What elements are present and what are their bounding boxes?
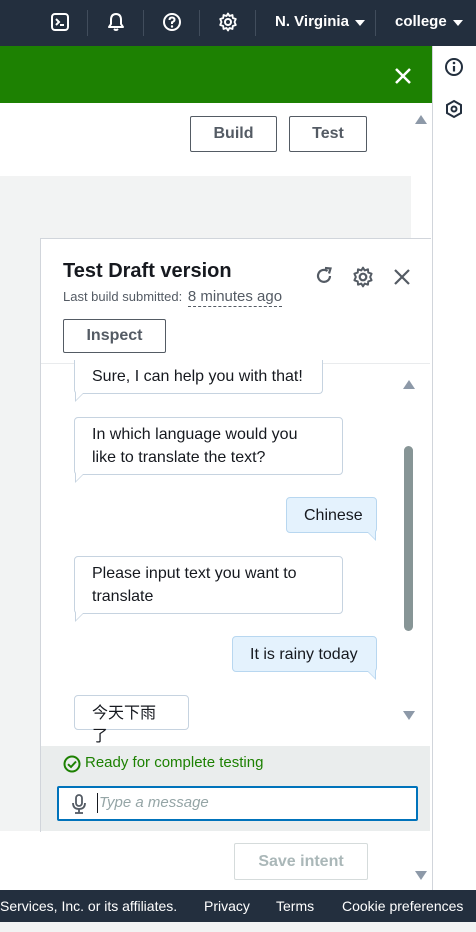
save-intent-button[interactable]: Save intent — [234, 843, 368, 880]
cloudshell-icon[interactable] — [49, 11, 71, 33]
scroll-up-icon[interactable] — [415, 115, 427, 124]
check-circle-icon — [63, 755, 81, 773]
chevron-down-icon — [452, 19, 463, 26]
chat-message-user: Chinese — [286, 497, 377, 533]
last-build-info: Last build submitted: 8 minutes ago — [63, 288, 283, 307]
text-cursor — [97, 793, 98, 813]
region-label: N. Virginia — [275, 13, 349, 30]
last-build-time: 8 minutes ago — [187, 288, 283, 307]
bubble-tail — [75, 392, 84, 402]
inspect-button[interactable]: Inspect — [63, 319, 166, 353]
info-icon[interactable] — [444, 57, 464, 77]
account-menu[interactable]: college — [395, 13, 463, 30]
scroll-down-icon[interactable] — [415, 871, 427, 880]
bell-icon[interactable] — [105, 11, 127, 33]
nav-divider — [255, 10, 256, 36]
page-bottom-strip — [0, 922, 476, 932]
chat-message-bot: Please input text you want to translate — [74, 556, 343, 614]
test-button[interactable]: Test — [289, 116, 367, 152]
nav-divider — [87, 10, 88, 36]
refresh-icon[interactable] — [313, 265, 335, 287]
nav-divider — [199, 10, 200, 36]
bubble-tail — [367, 531, 376, 541]
chat-message-bot: In which language would you like to tran… — [74, 417, 343, 475]
chat-message-bot: Sure, I can help you with that! — [74, 360, 323, 394]
hexagon-icon[interactable] — [444, 99, 464, 119]
footer-privacy-link[interactable]: Privacy — [204, 898, 250, 914]
bubble-tail — [367, 670, 376, 680]
chevron-down-icon — [354, 19, 365, 26]
bubble-tail — [75, 612, 84, 622]
help-icon[interactable] — [161, 11, 183, 33]
close-icon[interactable] — [392, 65, 414, 87]
bubble-tail — [75, 473, 84, 483]
nav-divider — [143, 10, 144, 36]
chat-message-bot: 今天下雨了 — [74, 695, 189, 745]
footer-terms-link[interactable]: Terms — [276, 898, 314, 914]
chat-scroll-down-icon[interactable] — [403, 711, 415, 720]
footer-cookie-link[interactable]: Cookie preferences — [342, 898, 463, 914]
utility-rail — [432, 46, 476, 890]
settings-icon[interactable] — [217, 11, 239, 33]
panel-title: Test Draft version — [63, 260, 232, 282]
build-button[interactable]: Build — [190, 116, 277, 152]
region-selector[interactable]: N. Virginia — [275, 13, 365, 30]
panel-close-icon[interactable] — [392, 267, 412, 287]
status-text: Ready for complete testing — [85, 754, 264, 771]
account-label: college — [395, 13, 447, 30]
panel-settings-icon[interactable] — [352, 266, 374, 288]
chat-scroll-up-icon[interactable] — [403, 380, 415, 389]
chat-message-user: It is rainy today — [232, 636, 377, 672]
last-build-prefix: Last build submitted: — [63, 289, 183, 304]
chat-scrollbar-thumb[interactable] — [404, 446, 413, 631]
message-placeholder: Type a message — [99, 794, 209, 811]
nav-divider — [375, 10, 376, 36]
footer-copyright: Services, Inc. or its affiliates. — [0, 898, 178, 914]
success-banner — [0, 46, 432, 103]
microphone-icon[interactable] — [71, 794, 87, 814]
